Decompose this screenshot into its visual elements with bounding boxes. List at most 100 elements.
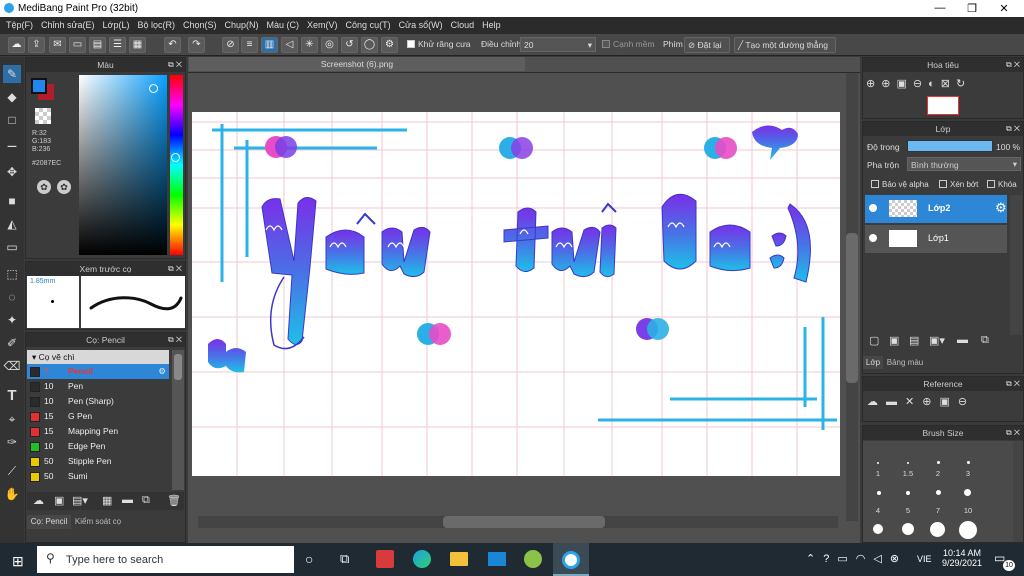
clock[interactable]: 10:14 AM 9/29/2021 [940, 548, 984, 568]
dot-tool-icon[interactable]: □ [3, 111, 21, 129]
primary-color-swatch[interactable] [31, 78, 47, 94]
blur-tool-icon[interactable]: ✑ [3, 433, 21, 451]
windows-start-icon[interactable]: ⊞ [12, 553, 24, 570]
menu-filter[interactable]: Bộ lọc(R) [135, 17, 181, 34]
brush-size-option[interactable]: 2 [923, 469, 953, 478]
vanish-point-icon[interactable]: ◁ [281, 37, 298, 53]
snap-settings-icon[interactable]: ⚙ [381, 37, 398, 53]
sv-cursor[interactable] [149, 84, 158, 93]
clipping-checkbox[interactable]: Xén bớt [939, 180, 978, 189]
cloud-brush-icon[interactable]: ☁ [33, 494, 44, 507]
cloud-icon[interactable]: ☁ [8, 37, 25, 53]
vertical-scroll-thumb[interactable] [846, 233, 858, 383]
menu-file[interactable]: Tệp(F) [4, 17, 39, 34]
comment-icon[interactable]: ✉ [49, 37, 66, 53]
brush-size-option[interactable]: 7 [923, 506, 953, 515]
battery-icon[interactable]: ▭ [837, 553, 855, 565]
duplicate-icon[interactable]: ⧉ [142, 494, 150, 507]
folder-open-icon[interactable]: ▬ [886, 396, 905, 408]
brush-size-option[interactable]: 1.5 [893, 469, 923, 478]
layer-scrollbar[interactable] [1010, 195, 1022, 335]
flip-icon[interactable]: ◐ [928, 78, 941, 90]
close-button[interactable]: ✕ [990, 2, 1018, 15]
curve-snap-icon[interactable]: ↺ [341, 37, 358, 53]
move-tool-icon[interactable]: ✥ [3, 163, 21, 181]
file-explorer-icon[interactable] [450, 552, 468, 566]
transparent-color-swatch[interactable] [35, 108, 51, 124]
radial-snap-icon[interactable]: ✳ [301, 37, 318, 53]
add-brush-icon[interactable]: ▣ [54, 494, 64, 507]
bucket-tool-icon[interactable]: ◭ [3, 215, 21, 233]
layer-settings-gear-icon[interactable]: ⚙ [995, 200, 1007, 216]
task-view-icon[interactable]: ⧉ [340, 551, 349, 567]
menu-color[interactable]: Màu (C) [265, 17, 306, 34]
brush-item[interactable]: 15 Mapping Pen [27, 424, 169, 439]
redo-icon[interactable]: ↷ [188, 37, 205, 53]
canvas[interactable] [192, 112, 840, 476]
menu-layer[interactable]: Lớp(L) [101, 17, 136, 34]
grid-icon[interactable]: ▦ [129, 37, 146, 53]
new-line-button[interactable]: ╱ Tạo một đường thẳng [734, 37, 836, 53]
brush-item[interactable]: 10 Pen (Sharp) [27, 394, 169, 409]
cortana-icon[interactable]: ○ [305, 551, 313, 567]
brush-tool-icon[interactable]: ✎ [3, 65, 21, 83]
text-tool-icon[interactable]: T [3, 387, 21, 405]
navigator-thumbnail[interactable] [927, 96, 959, 115]
minimize-button[interactable]: — [926, 2, 954, 14]
panel-close-icon[interactable]: ⧉ ✕ [168, 58, 182, 72]
select-eraser-icon[interactable]: ⌫ [3, 357, 21, 375]
cloud-icon[interactable]: ☁ [867, 396, 886, 408]
no-snap-icon[interactable]: ⊘ [222, 37, 239, 53]
zoom-in-icon[interactable]: ⊕ [922, 396, 939, 408]
zoom-in2-icon[interactable]: ⊕ [881, 78, 896, 90]
panel-close-icon[interactable]: ⧉ ✕ [1006, 377, 1020, 391]
select-pen-icon[interactable]: ✐ [3, 334, 21, 352]
edge-icon[interactable] [413, 550, 431, 568]
layer-item[interactable]: Lớp2 ⚙ [865, 195, 1007, 223]
visibility-icon[interactable] [869, 234, 877, 242]
fit-icon[interactable]: ▣ [939, 396, 957, 408]
opacity-slider[interactable] [907, 140, 993, 152]
chevron-up-icon[interactable]: ⌃ [806, 553, 823, 565]
brush-item[interactable]: 50 Stipple Pen [27, 454, 169, 469]
menu-select[interactable]: Chọn(S) [181, 17, 223, 34]
medibang-taskbar-button[interactable] [553, 543, 589, 576]
saturation-value-picker[interactable] [79, 75, 167, 255]
adjust-select[interactable]: 20 ▾ [520, 37, 596, 52]
zoom-out-icon[interactable]: ⊖ [958, 396, 975, 408]
wifi-icon[interactable]: ◠ [856, 553, 874, 565]
folder-icon[interactable]: ▬ [957, 334, 968, 346]
fit-icon[interactable]: ▣ [896, 78, 912, 90]
maximize-button[interactable]: ❐ [958, 2, 986, 15]
undo-icon[interactable]: ↶ [164, 37, 181, 53]
smooth-checkbox[interactable]: Cạnh mềm [602, 39, 655, 49]
layer-type-icon[interactable]: ▤ [909, 334, 919, 347]
hand-tool-icon[interactable]: ✋ [3, 485, 21, 503]
actual-size-icon[interactable]: ⊠ [941, 78, 956, 90]
brush-group[interactable]: ▾ Cọ vẽ chì [27, 350, 169, 364]
divide-tool-icon[interactable]: ⌖ [3, 410, 21, 428]
blend-select[interactable]: Bình thường ▾ [907, 157, 1021, 171]
horizontal-scroll-thumb[interactable] [443, 516, 605, 528]
layers-icon[interactable]: ☰ [109, 37, 126, 53]
zoom-out-icon[interactable]: ⊖ [913, 78, 928, 90]
menu-window[interactable]: Cửa sổ(W) [397, 17, 449, 34]
brush-item[interactable]: 15 G Pen [27, 409, 169, 424]
layer-item[interactable]: Lớp1 [865, 225, 1007, 253]
hue-slider[interactable] [170, 75, 183, 255]
rotate-icon[interactable]: ↻ [956, 78, 971, 90]
gift-app-icon[interactable] [376, 550, 394, 568]
protect-alpha-checkbox[interactable]: Bảo vệ alpha [871, 180, 929, 189]
tab-brush[interactable]: Cọ: Pencil [27, 515, 71, 529]
duplicate-layer-icon[interactable]: ⧉ [981, 334, 989, 347]
panel-close-icon[interactable]: ⧉ ✕ [1006, 122, 1020, 136]
brush-size-option[interactable]: 5 [893, 506, 923, 515]
new-layer-icon[interactable]: ▢ [869, 334, 879, 347]
vertical-snap-icon[interactable]: ▥ [261, 37, 278, 53]
brush-item[interactable]: 10 Pen [27, 379, 169, 394]
antialias-checkbox[interactable]: Khử răng cưa [407, 39, 471, 49]
add-layer-dropdown-icon[interactable]: ▣▾ [929, 334, 945, 347]
brush-item[interactable]: 10 Edge Pen [27, 439, 169, 454]
brush-size-scrollbar[interactable] [1013, 441, 1023, 542]
hue-cursor[interactable] [171, 153, 180, 162]
